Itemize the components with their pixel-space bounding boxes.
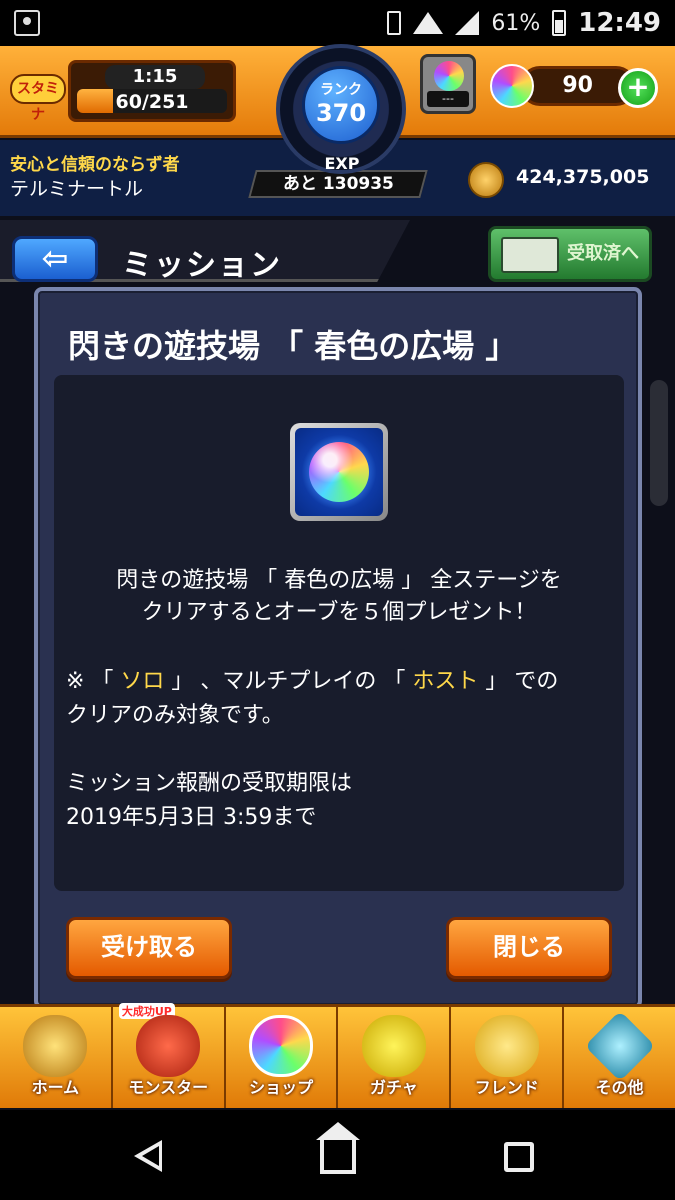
scrollbar[interactable] [650, 380, 668, 506]
nav-home[interactable]: ホーム [0, 1007, 113, 1108]
clock: 12:49 [578, 8, 661, 38]
exp-remaining: あと 130935 [282, 174, 394, 194]
back-triangle-icon[interactable] [134, 1140, 162, 1172]
nav-label: その他 [595, 1078, 644, 1097]
reward-background [295, 428, 383, 516]
reward-frame [290, 423, 388, 521]
received-button-label: 受取済へ [567, 243, 639, 264]
monster-icon [136, 1015, 201, 1077]
note-host: ホスト [412, 669, 479, 694]
receive-button[interactable]: 受け取る [66, 917, 232, 979]
page-title: ミッション [122, 248, 282, 283]
note-mid: 」 、マルチプレイの 「 [164, 669, 413, 694]
nav-label: ホーム [31, 1078, 80, 1097]
battery-icon [552, 10, 567, 36]
coin-value: 424,375,005 [516, 166, 650, 188]
nav-other[interactable]: その他 [564, 1007, 675, 1108]
description-line-1: 閃きの遊技場 「 春色の広場 」 全ステージを [116, 568, 562, 593]
stamina-label: スタミナ [10, 74, 66, 123]
orb-icon [249, 1015, 314, 1077]
exp-label: EXP [324, 154, 360, 173]
recent-apps-icon[interactable] [504, 1142, 534, 1172]
bottom-nav: ホーム 大成功UP モンスター ショップ ガチャ フレンド その他 [0, 1003, 675, 1108]
buy-orbs-button[interactable]: + [618, 68, 658, 108]
note-prefix: ※ 「 [66, 669, 121, 694]
rank-label: ランク [320, 82, 362, 98]
exp-remaining-box: あと 130935 [248, 170, 428, 198]
mission-detail-dialog: 閃きの遊技場 「 春色の広場 」 閃きの遊技場 「 春色の広場 」 全ステージを… [34, 287, 642, 1009]
nav-label: ガチャ [369, 1078, 418, 1097]
orb-slot-text: --- [427, 91, 469, 107]
received-missions-button[interactable]: 受取済へ [488, 226, 652, 282]
note-line-1: ※ 「 ソロ 」 、マルチプレイの 「 ホスト 」 での [66, 665, 626, 699]
vibrate-icon [387, 11, 402, 35]
stamina-timer: 1:15 [105, 65, 205, 89]
nav-label: モンスター [128, 1078, 209, 1097]
orb-icon [434, 61, 464, 91]
note-solo: ソロ [120, 669, 165, 694]
dialog-body: 閃きの遊技場 「 春色の広場 」 全ステージを クリアするとオーブを５個プレゼン… [54, 375, 624, 891]
orb-icon [490, 64, 534, 108]
description-line-2: クリアするとオーブを５個プレゼント！ [141, 600, 537, 625]
nav-label: ショップ [249, 1078, 314, 1097]
coin-icon [468, 162, 504, 198]
stamina-value: 60/251 [115, 91, 189, 113]
deadline-line-2: 2019年5月3日 3:59まで [66, 805, 317, 830]
status-right: 61% 12:49 [387, 8, 661, 38]
home-icon [23, 1015, 88, 1077]
page-header: ⇦ ミッション 受取済へ [0, 220, 675, 294]
note-suffix: 」 での [478, 669, 559, 694]
other-icon [584, 1010, 655, 1082]
player-title: 安心と信頼のならず者 [10, 155, 180, 175]
rank-value: 370 [315, 99, 367, 127]
wifi-icon [413, 12, 444, 34]
note-line-2: クリアのみ対象です。 [66, 703, 284, 728]
close-button[interactable]: 閉じる [446, 917, 612, 979]
gacha-icon [361, 1015, 426, 1077]
orb-icon [309, 442, 369, 502]
system-nav-bar [0, 1110, 675, 1200]
home-outline-icon[interactable] [316, 1122, 360, 1174]
orb-slot-button[interactable]: --- [420, 54, 476, 114]
nav-monster[interactable]: 大成功UP モンスター [113, 1003, 226, 1108]
status-bar: 61% 12:49 [0, 0, 675, 46]
deadline-line-1: ミッション報酬の受取期限は [66, 771, 353, 796]
battery-percent: 61% [491, 10, 541, 36]
back-button[interactable]: ⇦ [12, 236, 98, 282]
friend-icon [474, 1015, 539, 1077]
signal-icon [455, 11, 480, 35]
nav-label: フレンド [474, 1078, 539, 1097]
player-name: テルミナートル [10, 178, 144, 200]
contacts-icon [14, 10, 40, 36]
nav-gacha[interactable]: ガチャ [338, 1007, 452, 1108]
nav-shop[interactable]: ショップ [226, 1007, 339, 1108]
rank-circle: ランク 370 [302, 66, 380, 144]
stamina-gauge[interactable]: 1:15 60/251 [68, 60, 236, 122]
dialog-title: 閃きの遊技場 「 春色の広場 」 [68, 327, 518, 365]
nav-friend[interactable]: フレンド [451, 1007, 565, 1108]
book-icon [501, 237, 559, 273]
